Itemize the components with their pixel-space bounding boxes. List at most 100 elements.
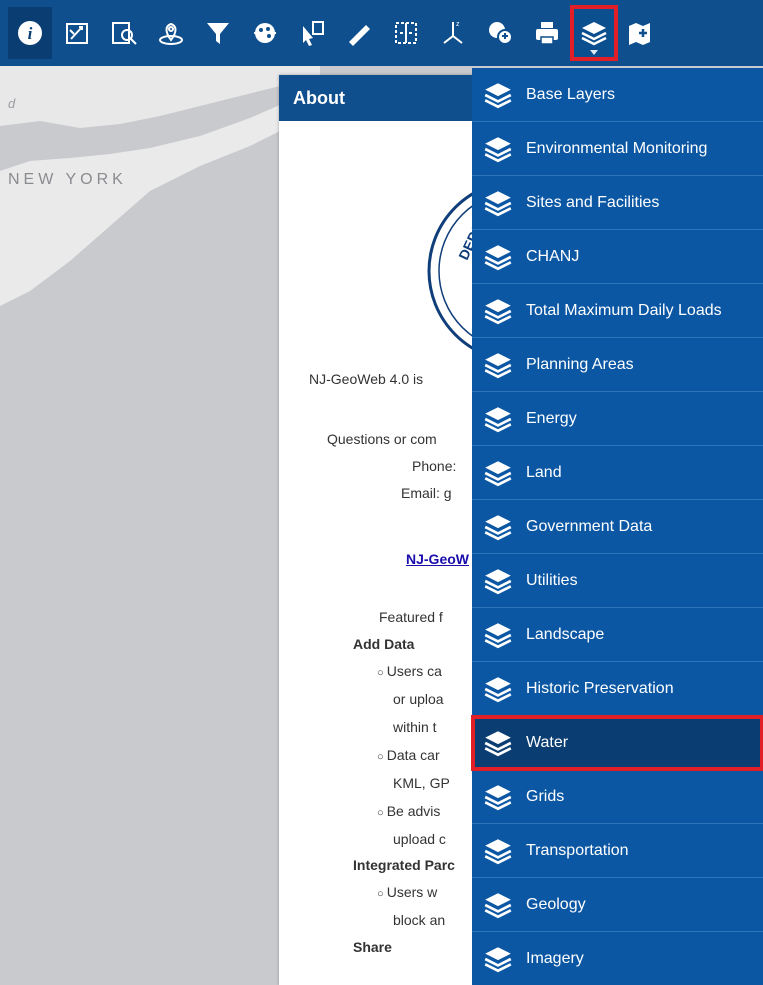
layer-item-utilities[interactable]: Utilities (472, 554, 763, 608)
layers-icon (484, 514, 512, 540)
about-phone-text: Phone: (412, 458, 457, 474)
layers-icon (484, 82, 512, 108)
select-button[interactable] (290, 7, 334, 59)
layer-item-water[interactable]: Water (471, 715, 763, 771)
coordinates-button[interactable]: z (431, 7, 475, 59)
layers-icon (484, 406, 512, 432)
location-icon (159, 22, 183, 45)
about-bullet-text: Be advis (377, 803, 441, 819)
layers-icon (484, 352, 512, 378)
layer-item-label: Energy (526, 409, 577, 427)
layer-item-total-maximum-daily-loads[interactable]: Total Maximum Daily Loads (472, 284, 763, 338)
print-button[interactable] (525, 7, 569, 59)
about-featured-text: Featured f (379, 609, 443, 625)
add-data-button[interactable] (619, 7, 663, 59)
draw-button[interactable] (55, 7, 99, 59)
layers-icon (484, 568, 512, 594)
layer-item-label: Historic Preservation (526, 679, 674, 697)
layer-item-label: Base Layers (526, 85, 615, 103)
layer-item-label: Imagery (526, 949, 584, 967)
layers-icon (484, 622, 512, 648)
layer-item-label: Total Maximum Daily Loads (526, 301, 722, 319)
about-bullet-text: Users ca (377, 663, 442, 679)
about-bullet-text: within t (393, 719, 437, 735)
layer-item-grids[interactable]: Grids (472, 770, 763, 824)
layer-item-chanj[interactable]: CHANJ (472, 230, 763, 284)
svg-text:z: z (456, 21, 460, 28)
layers-icon (484, 244, 512, 270)
layer-item-label: Planning Areas (526, 355, 634, 373)
layers-icon (484, 298, 512, 324)
swipe-button[interactable] (384, 7, 428, 59)
measure-icon (349, 25, 370, 46)
layers-button[interactable] (570, 5, 618, 61)
layer-item-label: Sites and Facilities (526, 193, 660, 211)
layer-item-label: Utilities (526, 571, 578, 589)
info-icon: i (18, 21, 42, 45)
search-button[interactable] (102, 7, 146, 59)
layers-icon (484, 730, 512, 756)
about-panel-title: About (293, 87, 345, 108)
filter-button[interactable] (196, 7, 240, 59)
about-add-data-heading: Add Data (353, 636, 415, 652)
identify-button[interactable] (478, 7, 522, 59)
layer-item-land[interactable]: Land (472, 446, 763, 500)
layer-item-label: Transportation (526, 841, 629, 859)
about-email-text: Email: g (401, 485, 452, 501)
layer-item-historic-preservation[interactable]: Historic Preservation (472, 662, 763, 716)
draw-map-icon (66, 23, 88, 44)
layer-item-label: Geology (526, 895, 586, 913)
add-data-icon (629, 23, 650, 45)
layers-icon (484, 784, 512, 810)
info-button[interactable]: i (8, 7, 52, 59)
search-icon (112, 22, 137, 45)
layers-icon (484, 892, 512, 918)
map-partial-label: d (8, 96, 16, 111)
about-bullet-text: block an (393, 912, 446, 928)
about-share-heading: Share (353, 939, 392, 955)
layers-icon (581, 22, 607, 46)
bookmark-button[interactable] (243, 7, 287, 59)
layer-item-geology[interactable]: Geology (472, 878, 763, 932)
about-bullet-text: or uploa (393, 691, 444, 707)
about-intro-text: NJ-GeoWeb 4.0 is (309, 371, 424, 387)
layers-icon (484, 946, 512, 972)
measure-button[interactable] (337, 7, 381, 59)
bookmark-icon (254, 23, 276, 43)
about-integrated-heading: Integrated Parc (353, 857, 455, 873)
about-geoweb-link[interactable]: NJ-GeoW (406, 551, 469, 567)
about-questions-text: Questions or com (327, 431, 437, 447)
layer-item-base-layers[interactable]: Base Layers (472, 68, 763, 122)
layers-icon (484, 676, 512, 702)
layers-icon (484, 460, 512, 486)
layer-item-label: CHANJ (526, 247, 580, 265)
dropdown-caret-icon (590, 50, 598, 55)
layer-item-label: Water (526, 733, 569, 751)
layer-item-planning-areas[interactable]: Planning Areas (472, 338, 763, 392)
swipe-icon (395, 22, 417, 44)
layer-item-environmental-monitoring[interactable]: Environmental Monitoring (472, 122, 763, 176)
layer-item-imagery[interactable]: Imagery (472, 932, 763, 985)
map-label-new-york: NEW YORK (8, 171, 127, 188)
main-toolbar: i z (0, 0, 763, 66)
layer-item-label: Landscape (526, 625, 605, 643)
locate-button[interactable] (149, 7, 193, 59)
filter-icon (207, 23, 229, 44)
select-icon (303, 21, 324, 46)
layer-item-landscape[interactable]: Landscape (472, 608, 763, 662)
about-bullet-text: KML, GP (393, 775, 450, 791)
layer-item-sites-and-facilities[interactable]: Sites and Facilities (472, 176, 763, 230)
layers-icon (484, 136, 512, 162)
layers-icon (484, 838, 512, 864)
layer-item-label: Government Data (526, 517, 653, 535)
layer-item-energy[interactable]: Energy (472, 392, 763, 446)
layer-item-label: Environmental Monitoring (526, 139, 708, 157)
print-icon (536, 22, 558, 45)
coordinates-icon: z (443, 21, 463, 44)
layer-item-label: Grids (526, 787, 565, 805)
layer-item-transportation[interactable]: Transportation (472, 824, 763, 878)
about-bullet-text: Users w (377, 884, 438, 900)
svg-text:i: i (28, 24, 33, 43)
layer-category-menu: Base Layers Environmental Monitoring Sit… (471, 68, 763, 985)
layer-item-government-data[interactable]: Government Data (472, 500, 763, 554)
